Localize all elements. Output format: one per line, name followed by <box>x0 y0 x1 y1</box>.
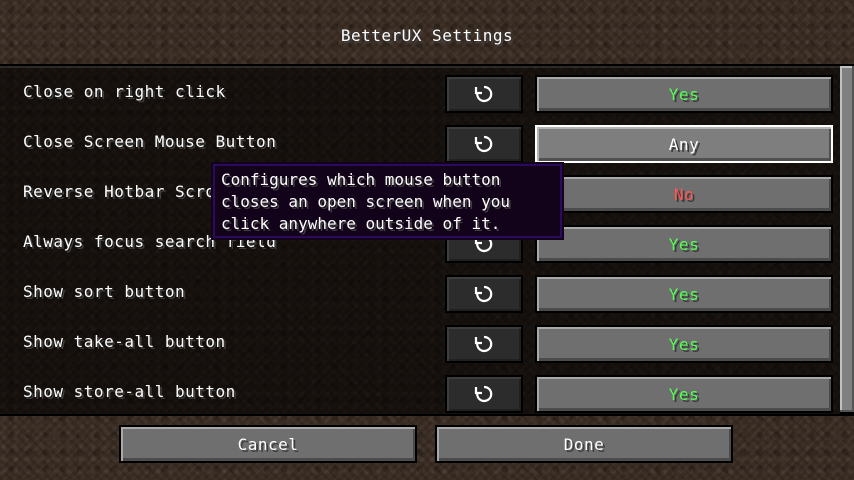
value-toggle-button[interactable]: Any <box>535 125 833 163</box>
value-label: Yes <box>668 384 700 404</box>
option-label: Reverse Hotbar Scroll <box>23 182 236 201</box>
tooltip-line: Configures which mouse button <box>221 170 501 189</box>
option-row-close-screen-mouse-button: Close Screen Mouse Button Any <box>0 116 840 166</box>
reset-button[interactable] <box>445 275 523 313</box>
done-button[interactable]: Done <box>435 425 733 463</box>
cancel-button[interactable]: Cancel <box>119 425 417 463</box>
value-toggle-button[interactable]: Yes <box>535 75 833 113</box>
cancel-label: Cancel <box>237 434 299 454</box>
tooltip-line: click anywhere outside of it. <box>221 214 501 233</box>
value-label: Yes <box>668 334 700 354</box>
value-toggle-button[interactable]: No <box>535 175 833 213</box>
options-list: Close on right click Yes Close Screen Mo… <box>0 64 854 416</box>
value-label: Yes <box>668 284 700 304</box>
value-label: No <box>673 184 695 204</box>
value-label: Yes <box>668 84 700 104</box>
value-toggle-button[interactable]: Yes <box>535 225 833 263</box>
value-toggle-button[interactable]: Yes <box>535 275 833 313</box>
option-tooltip: Configures which mouse button closes an … <box>213 164 562 238</box>
option-label: Show store-all button <box>23 382 236 401</box>
option-row-show-store-all-button: Show store-all button Yes <box>0 366 840 416</box>
reset-arrow-icon <box>474 385 493 403</box>
option-label: Show sort button <box>23 282 186 301</box>
reset-arrow-icon <box>474 135 493 153</box>
option-row-show-sort-button: Show sort button Yes <box>0 266 840 316</box>
reset-button[interactable] <box>445 325 523 363</box>
page-title: BetterUX Settings <box>340 26 514 45</box>
tooltip-line: closes an open screen when you <box>221 192 510 211</box>
reset-button[interactable] <box>445 75 523 113</box>
scrollbar-thumb[interactable] <box>840 66 854 412</box>
value-label: Any <box>668 134 700 154</box>
reset-button[interactable] <box>445 125 523 163</box>
reset-arrow-icon <box>474 85 493 103</box>
reset-arrow-icon <box>474 335 493 353</box>
value-toggle-button[interactable]: Yes <box>535 325 833 363</box>
value-label: Yes <box>668 234 700 254</box>
option-row-show-take-all-button: Show take-all button Yes <box>0 316 840 366</box>
option-label: Show take-all button <box>23 332 226 351</box>
option-label: Close on right click <box>23 82 226 101</box>
option-row-close-on-right-click: Close on right click Yes <box>0 66 840 116</box>
value-toggle-button[interactable]: Yes <box>535 375 833 413</box>
done-label: Done <box>563 434 605 454</box>
reset-button[interactable] <box>445 375 523 413</box>
reset-arrow-icon <box>474 285 493 303</box>
option-label: Close Screen Mouse Button <box>23 132 277 151</box>
